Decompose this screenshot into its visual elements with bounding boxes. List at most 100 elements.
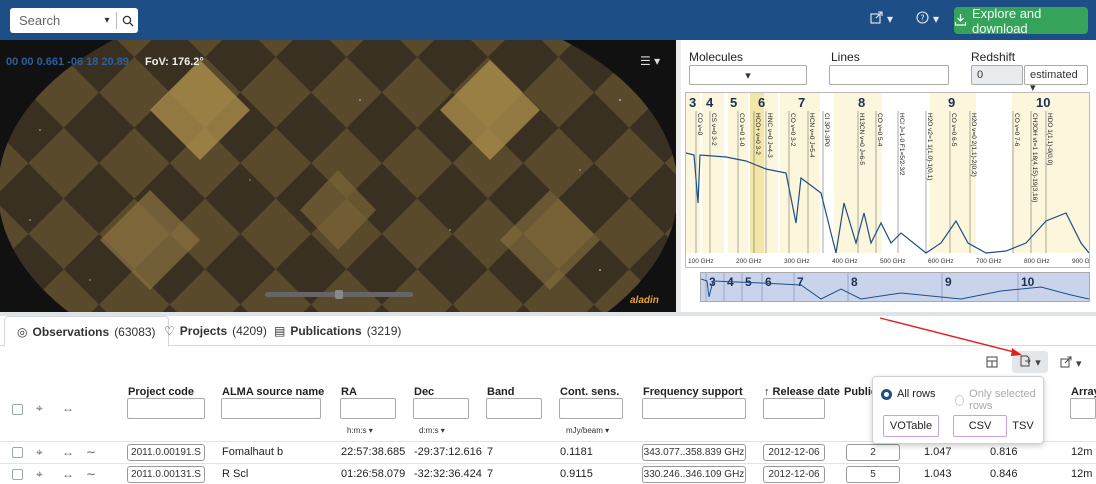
dec-unit-select[interactable]: d:m:s ▾ [419,426,445,435]
project-code-pill[interactable]: 2011.0.00191.S [127,444,205,461]
project-code-pill[interactable]: 2011.0.00131.S [127,466,205,483]
frequency-pill[interactable]: 330.246..346.109 GHz [642,466,746,483]
cell-value: 1.047 [924,446,952,458]
filter-project-code[interactable] [127,398,205,419]
publications-pill[interactable]: 5 [846,466,900,483]
expand-icon[interactable]: ↔ [62,467,74,481]
search-input[interactable]: Search [10,13,98,28]
filter-release-date[interactable] [763,398,825,419]
tab-observations[interactable]: ◎ Observations (63083) [4,316,169,347]
publications-pill[interactable]: 2 [846,444,900,461]
band-value: 7 [487,446,494,458]
tab-label: Observations [32,324,110,339]
votable-button[interactable]: VOTable [883,415,939,437]
overview-band-number: 6 [765,275,772,289]
sky-menu-button[interactable]: ☰ ▾ [640,54,660,68]
filter-source-name[interactable] [221,398,321,419]
share-table-button[interactable]: ▾ [1060,356,1082,371]
redshift-mode-select[interactable]: estimated ▾ [1024,65,1088,94]
molecules-label: Molecules [689,50,744,64]
col-band[interactable]: Band [487,386,515,398]
table-row[interactable]: ⌖ ↔ ∼ 2011.0.00131.S R Scl 01:26:58.079 … [0,463,1096,484]
spectrum-svg[interactable]: 3 4 5 6 7 8 9 10 CO v=0 CS v=0 3-2 CO v=0 1-0 HCO+ … [685,93,1096,267]
search-icon[interactable] [117,15,138,27]
filter-array[interactable] [1070,398,1096,419]
spectrum-overview-svg[interactable]: 3 4 5 6 7 8 9 10 [700,273,1090,301]
cell-value: 1.043 [924,468,952,480]
col-array[interactable]: Array [1071,386,1096,398]
filter-ra[interactable] [340,398,396,419]
radio-dot[interactable] [881,388,892,400]
crosshair-icon[interactable]: ⌖ [36,445,43,460]
line-label: CO v=0 3-2 [789,113,796,147]
expand-icon[interactable]: ↔ [62,445,74,459]
col-release-date[interactable]: ↑ Release date [764,386,840,398]
axis-tick-label: 300 GHz [784,258,810,265]
axis-tick-label: 800 GHz [1024,258,1050,265]
ra-unit-select[interactable]: h:m:s ▾ [347,426,373,435]
overview-band-number: 10 [1021,275,1035,289]
filter-cont-sens[interactable] [559,398,623,419]
redshift-mode-value: estimated [1030,69,1078,81]
filter-dec[interactable] [413,398,469,419]
molecules-select[interactable]: ▾ [689,65,807,85]
band-number: 8 [858,95,865,110]
radio-dot[interactable] [955,394,965,406]
line-label: CH3OH vt=1 18(4,15)-19(3,16) [1031,113,1038,202]
spectrum-icon[interactable]: ∼ [86,445,96,459]
radio-selected-rows[interactable]: Only selected rows [955,388,1043,412]
filter-band[interactable] [486,398,542,419]
col-ra[interactable]: RA [341,386,357,398]
spectrum-plot[interactable]: 3 4 5 6 7 8 9 10 CO v=0 CS v=0 3-2 CO v=0 1-0 HCO+ … [685,92,1096,268]
col-publications[interactable]: Publications [844,386,872,398]
col-project-code[interactable]: Project code [128,386,194,398]
download-icon [954,13,967,29]
col-cont-sens[interactable]: Cont. sens. [560,386,619,398]
sky-opacity-slider[interactable] [265,290,413,299]
axis-tick-label: 400 GHz [832,258,858,265]
tab-count: (63083) [114,324,156,339]
release-date-pill[interactable]: 2012-12-06 [763,444,825,461]
share-menu-button[interactable]: ▾ [870,11,893,27]
share-icon [1060,356,1072,371]
redshift-input[interactable]: 0 [971,65,1023,85]
columns-button[interactable] [986,356,998,371]
tab-projects[interactable]: ♡ Projects (4209) [152,316,279,346]
band-number: 9 [948,95,955,110]
line-label: CO v=0 5-4 [876,113,883,147]
spectrum-icon[interactable]: ∼ [86,467,96,481]
tab-label: Publications [290,324,362,338]
band-number: 6 [758,95,765,110]
release-date-pill[interactable]: 2012-12-06 [763,466,825,483]
explore-download-button[interactable]: Explore and download [954,6,1088,36]
export-icon [1019,355,1031,370]
row-checkbox[interactable] [12,469,23,480]
spectrum-overview[interactable]: 3 4 5 6 7 8 9 10 [700,272,1090,302]
tab-publications[interactable]: ▤ Publications (3219) [262,316,413,346]
sky-viewer[interactable]: 00 00 0.661 -06 18 20.89 FoV: 176.2° ☰ ▾… [0,40,676,312]
table-row[interactable]: ⌖ ↔ ∼ 2011.0.00191.S Fomalhaut b 22:57:3… [0,441,1096,463]
sky-map-image[interactable] [0,40,676,312]
filter-frequency[interactable] [642,398,746,419]
sens-unit-select[interactable]: mJy/beam ▾ [566,426,609,435]
help-menu-button[interactable]: ? ▾ [916,11,939,27]
export-menu-button[interactable]: ▾ [1012,351,1048,373]
col-frequency-support[interactable]: Frequency support [643,386,743,398]
slider-knob[interactable] [335,290,343,299]
crosshair-icon[interactable]: ⌖ [36,467,43,482]
col-dec[interactable]: Dec [414,386,434,398]
lines-label: Lines [831,50,860,64]
cell-value: 0.846 [990,468,1018,480]
row-checkbox[interactable] [12,447,23,458]
tsv-button[interactable]: TSV [1009,415,1037,437]
frequency-pill[interactable]: 343.077..358.839 GHz [642,444,746,461]
csv-button[interactable]: CSV [953,415,1007,437]
chevron-down-icon[interactable]: ▾ [98,15,116,26]
chevron-down-icon: ▾ [1035,356,1041,369]
lines-input[interactable] [829,65,949,85]
radio-all-rows[interactable]: All rows [881,388,936,400]
search-box[interactable]: Search ▾ [10,8,138,33]
col-source-name[interactable]: ALMA source name [222,386,324,398]
line-label: HDO 1(1,1)-0(0,0) [1046,113,1053,165]
select-all-checkbox[interactable] [12,404,23,415]
